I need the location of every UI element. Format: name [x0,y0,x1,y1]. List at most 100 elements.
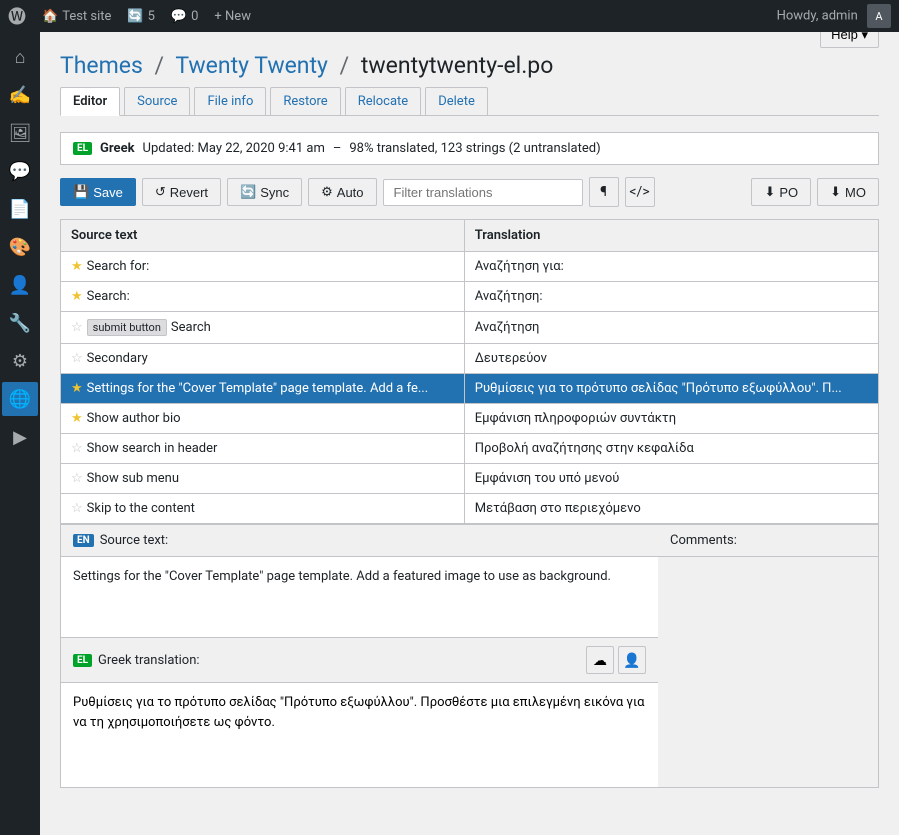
table-cell-translation: Δευτερεύον [464,344,878,374]
table-cell-translation: Αναζήτηση: [464,282,878,312]
sidebar-item-posts[interactable]: ✍ [2,78,38,112]
star-icon-empty[interactable]: ☆ [71,351,83,366]
table-row[interactable]: ★ Show author bio Εμφάνιση πληροφοριών συν… [61,404,879,434]
source-panel-label: Source text: [100,533,169,548]
tab-fileinfo[interactable]: File info [194,87,266,115]
table-row[interactable]: ☆Skip to the contentΜετάβαση στο περιεχό… [61,494,879,524]
save-button[interactable]: 💾 Save [60,178,136,206]
table-cell-translation: Προβολή αναζήτησης στην κεφαλίδα [464,434,878,464]
download-po-icon: ⬇ [764,184,775,200]
translation-table: Source text Translation ★Search for:Αναζ… [60,219,879,524]
download-po-button[interactable]: ⬇ PO [751,178,811,206]
table-row[interactable]: ☆submit buttonSearchΑναζήτηση [61,312,879,344]
table-cell-source: ★ Search: [61,282,465,312]
translation-panel: EL Greek translation: ☁ 👤 Ρυθμίσεις για … [61,637,658,787]
source-panel-header: EN Source text: [61,525,658,557]
col-source-header: Source text [61,220,465,252]
translation-panel-label: Greek translation: [98,653,200,668]
filter-input[interactable] [383,179,583,206]
star-icon-empty[interactable]: ☆ [71,471,83,486]
translation-progress: 98% translated, 123 strings (2 untransla… [349,141,600,156]
source-text: Search: [87,289,130,304]
table-row[interactable]: ☆Show search in headerΠροβολή αναζήτησης… [61,434,879,464]
breadcrumb: Themes / Twenty Twenty / twentytwenty-el… [60,52,879,79]
table-cell-source: ☆Show sub menu [61,464,465,494]
translation-panel-body[interactable]: Ρυθμίσεις για το πρότυπο σελίδας "Πρότυπ… [61,683,658,787]
breadcrumb-themes[interactable]: Themes [60,52,143,79]
wp-logo[interactable]: 🅦 [8,3,26,29]
download-mo-button[interactable]: ⬇ MO [817,178,879,206]
sync-button[interactable]: 🔄 Sync [227,178,302,206]
howdy-text: Howdy, admin A [777,4,891,28]
new-content-button[interactable]: + New [214,9,251,24]
sidebar-item-dashboard[interactable]: ⌂ [2,40,38,74]
status-bar: EL Greek Updated: May 22, 2020 9:41 am –… [60,132,879,165]
submit-badge: submit button [87,319,167,336]
table-cell-translation: Εμφάνιση πληροφοριών συντάκτη [464,404,878,434]
save-icon: 💾 [73,184,89,200]
revert-button[interactable]: ↺ Revert [142,178,221,206]
source-text: Search [171,320,211,335]
col-translation-header: Translation [464,220,878,252]
export-buttons: ⬇ PO ⬇ MO [751,178,879,206]
sidebar-item-pages[interactable]: 📄 [2,192,38,226]
table-row[interactable]: ☆ Secondary Δευτερεύον [61,344,879,374]
source-text: Show author bio [87,411,181,426]
tab-restore[interactable]: Restore [270,87,340,115]
source-and-translation-panels: EN Source text: Settings for the "Cover … [61,524,658,787]
breadcrumb-filename: twentytwenty-el.po [361,52,553,79]
source-panel-body: Settings for the "Cover Template" page t… [61,557,658,637]
translation-textarea[interactable]: Ρυθμίσεις για το πρότυπο σελίδας "Πρότυπ… [73,693,646,773]
sidebar-item-appearance[interactable]: 🎨 [2,230,38,264]
table-cell-source: ☆Show search in header [61,434,465,464]
star-icon[interactable]: ★ [71,259,83,274]
translation-panel-actions: ☁ 👤 [586,646,646,674]
comments-panel-header: Comments: [658,525,878,557]
tab-relocate[interactable]: Relocate [345,87,422,115]
breadcrumb-sep2: / [340,52,350,79]
sidebar-item-comments[interactable]: 💬 [2,154,38,188]
table-row[interactable]: ★ Search: Αναζήτηση: [61,282,879,312]
main-content: Help ▾ Themes / Twenty Twenty / twentytw… [40,32,899,835]
panels-grid: EN Source text: Settings for the "Cover … [61,524,878,787]
sidebar-item-users[interactable]: 👤 [2,268,38,302]
site-name[interactable]: 🏠 Test site [42,9,111,24]
breadcrumb-twentytwenty[interactable]: Twenty Twenty [175,52,328,79]
paragraph-icon-btn[interactable]: ¶ [589,177,619,207]
star-icon-empty[interactable]: ☆ [71,320,83,335]
table-cell-source: ★Search for: [61,252,465,282]
table-row[interactable]: ★Search for:Αναζήτηση για: [61,252,879,282]
admin-avatar: A [867,4,891,28]
updates-count[interactable]: 🔄 5 [127,9,155,24]
breadcrumb-sep1: / [155,52,165,79]
tabs-container: Editor Source File info Restore Relocate… [60,87,879,116]
table-row[interactable]: ☆Show sub menuΕμφάνιση του υπό μενού [61,464,879,494]
auto-icon: ⚙ [321,184,333,200]
table-cell-translation: Εμφάνιση του υπό μενού [464,464,878,494]
star-icon-empty[interactable]: ☆ [71,501,83,516]
admin-bar: 🅦 🏠 Test site 🔄 5 💬 0 + New Howdy, admin… [0,0,899,32]
code-icon-btn[interactable]: </> [625,177,655,207]
star-icon-empty[interactable]: ☆ [71,441,83,456]
star-icon[interactable]: ★ [71,289,83,304]
tab-delete[interactable]: Delete [425,87,488,115]
comments-panel-body [658,557,878,637]
upload-translation-button[interactable]: ☁ [586,646,614,674]
comments-count[interactable]: 💬 0 [171,9,199,24]
auto-button[interactable]: ⚙ Auto [308,178,376,206]
star-icon[interactable]: ★ [71,381,83,396]
sidebar-item-play[interactable]: ▶ [2,420,38,454]
star-icon[interactable]: ★ [71,411,83,426]
history-translation-button[interactable]: 👤 [618,646,646,674]
sidebar-item-tools[interactable]: 🔧 [2,306,38,340]
tab-editor[interactable]: Editor [60,87,120,116]
tab-source[interactable]: Source [124,87,190,115]
sidebar-item-translations[interactable]: 🌐 [2,382,38,416]
source-text: Secondary [87,351,148,366]
sidebar-item-settings[interactable]: ⚙ [2,344,38,378]
comments-panel: Comments: [658,524,878,787]
editor-toolbar: 💾 Save ↺ Revert 🔄 Sync ⚙ Auto ¶ </> ⬇ [60,177,879,207]
table-row[interactable]: ★Settings for the "Cover Template" page … [61,374,879,404]
translation-lang-badge: EL [73,654,92,667]
sidebar-item-media[interactable]: 🖼 [2,116,38,150]
